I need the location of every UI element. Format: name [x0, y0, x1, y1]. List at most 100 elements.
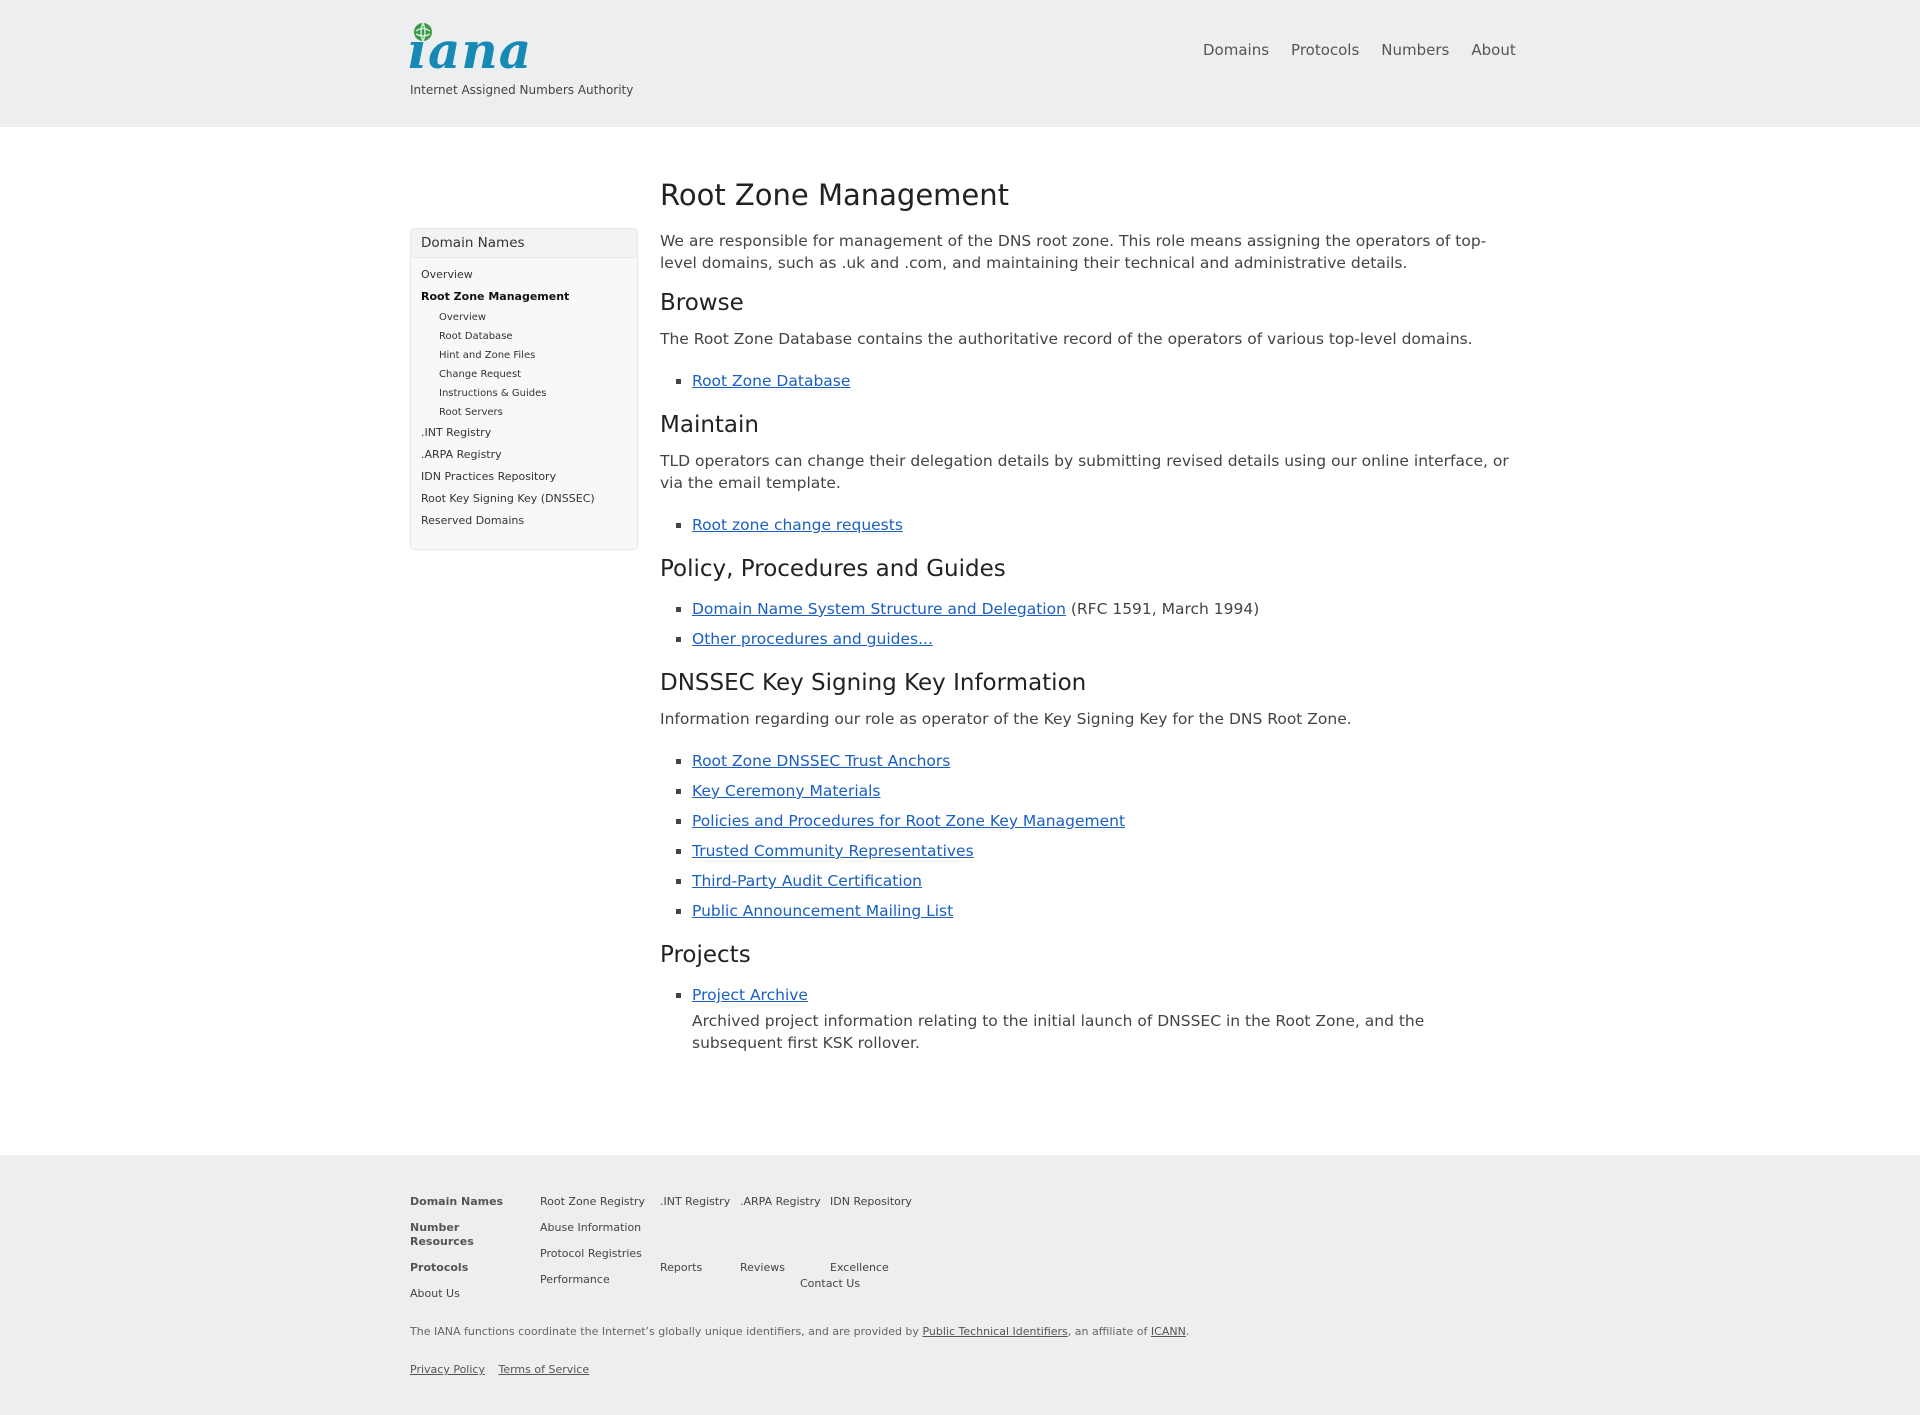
- logo[interactable]: iana Internet Assigned Numbers Authority: [408, 22, 635, 98]
- list-item: Root zone change requests: [692, 510, 1510, 540]
- list-item: Domain Name System Structure and Delegat…: [692, 594, 1510, 624]
- footer-note-suffix: .: [1185, 1325, 1190, 1338]
- footer-col-4: .ARPA Registry Reviews: [740, 1195, 830, 1287]
- root-zone-change-requests-link[interactable]: Root zone change requests: [692, 516, 903, 534]
- footer-group: Protocol Registries: [540, 1247, 650, 1261]
- list-item: Project Archive Archived project informa…: [692, 980, 1510, 1054]
- sidebar-item-root-ksk[interactable]: Root Key Signing Key (DNSSEC): [421, 492, 595, 505]
- footer-group: Domain Names: [410, 1195, 520, 1209]
- mailing-list-link[interactable]: Public Announcement Mailing List: [692, 902, 953, 920]
- footer-group: Performance: [540, 1273, 650, 1287]
- footer-group: .ARPA Registry: [740, 1195, 830, 1209]
- other-procedures-link[interactable]: Other procedures and guides...: [692, 630, 933, 648]
- sidebar-subitem-overview[interactable]: Overview: [439, 312, 486, 323]
- page-title: Root Zone Management: [660, 178, 1010, 212]
- sidebar-subitem: Instructions & Guides: [439, 384, 627, 403]
- sidebar-subitem-guides[interactable]: Instructions & Guides: [439, 388, 546, 399]
- sidebar-item-root-zone-management[interactable]: Root Zone Management: [421, 290, 569, 303]
- footer-arpa-registry[interactable]: .ARPA Registry: [740, 1195, 830, 1209]
- sidebar-list: Overview Root Zone Management Overview R…: [411, 258, 637, 538]
- list-item: Public Announcement Mailing List: [692, 896, 1510, 926]
- pti-link[interactable]: Public Technical Identifiers: [922, 1325, 1067, 1338]
- sidebar-title: Domain Names: [411, 229, 637, 258]
- project-archive-link[interactable]: Project Archive: [692, 986, 808, 1004]
- dns-structure-link[interactable]: Domain Name System Structure and Delegat…: [692, 600, 1066, 618]
- sidebar-subitem: Hint and Zone Files: [439, 346, 627, 365]
- footer-group: Abuse Information: [540, 1221, 650, 1235]
- footer-group: About Us: [410, 1287, 520, 1301]
- icann-link[interactable]: ICANN: [1151, 1325, 1186, 1338]
- nav-about[interactable]: About: [1464, 38, 1522, 62]
- tcr-link[interactable]: Trusted Community Representatives: [692, 842, 974, 860]
- terms-of-service-link[interactable]: Terms of Service: [498, 1363, 589, 1376]
- maintain-heading: Maintain: [660, 412, 759, 438]
- footer-reports[interactable]: Reports: [660, 1261, 740, 1275]
- nav-protocols[interactable]: Protocols: [1284, 38, 1366, 62]
- footer-group: Protocols: [410, 1261, 520, 1275]
- sidebar-item: Overview: [421, 264, 627, 286]
- list-item: Other procedures and guides...: [692, 624, 1510, 654]
- footer-note: The IANA functions coordinate the Intern…: [410, 1325, 1189, 1338]
- trust-anchors-link[interactable]: Root Zone DNSSEC Trust Anchors: [692, 752, 950, 770]
- browse-text: The Root Zone Database contains the auth…: [660, 330, 1473, 348]
- nav-numbers[interactable]: Numbers: [1374, 38, 1456, 62]
- footer-abuse-information[interactable]: Abuse Information: [540, 1221, 650, 1235]
- rfc-note: (RFC 1591, March 1994): [1065, 600, 1260, 618]
- footer-col-1: Domain Names Number Resources Protocols …: [410, 1195, 520, 1313]
- sidebar-item-arpa-registry[interactable]: .ARPA Registry: [421, 448, 502, 461]
- footer-root-zone-registry[interactable]: Root Zone Registry: [540, 1195, 650, 1209]
- sidebar-subitem-zone-files[interactable]: Hint and Zone Files: [439, 350, 535, 361]
- intro-text: We are responsible for management of the…: [660, 232, 1487, 272]
- footer-performance[interactable]: Performance: [540, 1273, 650, 1287]
- privacy-policy-link[interactable]: Privacy Policy: [410, 1363, 485, 1376]
- footer-excellence[interactable]: Excellence: [830, 1261, 920, 1275]
- main-content: Root Zone Management We are responsible …: [660, 178, 1510, 1070]
- list-item: Root Zone Database: [692, 366, 1510, 396]
- footer-reviews[interactable]: Reviews: [740, 1261, 830, 1275]
- footer-protocol-registries[interactable]: Protocol Registries: [540, 1247, 650, 1261]
- footer-col-5: IDN Repository Excellence: [830, 1195, 920, 1287]
- sidebar-item: .ARPA Registry: [421, 444, 627, 466]
- footer-note-prefix: The IANA functions coordinate the Intern…: [410, 1325, 923, 1338]
- footer-col-2: Root Zone Registry Abuse Information Pro…: [540, 1195, 650, 1299]
- logo-tagline: Internet Assigned Numbers Authority: [410, 83, 634, 97]
- logo-mark: iana: [408, 22, 635, 76]
- footer-int-registry[interactable]: .INT Registry: [660, 1195, 740, 1209]
- list-item: Key Ceremony Materials: [692, 776, 1510, 806]
- sidebar: Domain Names Overview Root Zone Manageme…: [410, 228, 638, 550]
- sidebar-item-overview[interactable]: Overview: [421, 268, 473, 281]
- footer-protocols[interactable]: Protocols: [410, 1261, 468, 1274]
- policy-heading: Policy, Procedures and Guides: [660, 556, 1006, 582]
- footer-group: Contact Us: [800, 1277, 870, 1291]
- footer-group: IDN Repository: [830, 1195, 920, 1209]
- sidebar-item-idn-repository[interactable]: IDN Practices Repository: [421, 470, 556, 483]
- key-management-policies-link[interactable]: Policies and Procedures for Root Zone Ke…: [692, 812, 1125, 830]
- sidebar-item-reserved-domains[interactable]: Reserved Domains: [421, 514, 524, 527]
- sidebar-subitem: Overview: [439, 308, 627, 327]
- nav-domains[interactable]: Domains: [1196, 38, 1276, 62]
- audit-certification-link[interactable]: Third-Party Audit Certification: [692, 872, 922, 890]
- footer-idn-repository[interactable]: IDN Repository: [830, 1195, 920, 1209]
- projects-list: Project Archive Archived project informa…: [660, 980, 1510, 1054]
- sidebar-item: Root Zone Management Overview Root Datab…: [421, 286, 627, 422]
- footer-group: Reports: [660, 1261, 740, 1275]
- sidebar-subitem-root-servers[interactable]: Root Servers: [439, 407, 503, 418]
- footer-domain-names[interactable]: Domain Names: [410, 1195, 503, 1208]
- dnssec-heading: DNSSEC Key Signing Key Information: [660, 670, 1087, 696]
- footer-contact-us[interactable]: Contact Us: [800, 1277, 870, 1291]
- root-zone-database-link[interactable]: Root Zone Database: [692, 372, 850, 390]
- key-ceremony-link[interactable]: Key Ceremony Materials: [692, 782, 881, 800]
- browse-heading: Browse: [660, 290, 744, 316]
- sidebar-subitem-root-database[interactable]: Root Database: [439, 331, 513, 342]
- site-header: iana Internet Assigned Numbers Authority…: [0, 0, 1920, 127]
- footer-about-us[interactable]: About Us: [410, 1287, 520, 1301]
- footer-col-3: .INT Registry Reports: [660, 1195, 740, 1287]
- sidebar-item-int-registry[interactable]: .INT Registry: [421, 426, 491, 439]
- sidebar-subitem: Root Database: [439, 327, 627, 346]
- sidebar-item: .INT Registry: [421, 422, 627, 444]
- maintain-text: TLD operators can change their delegatio…: [660, 452, 1509, 492]
- footer-number-resources[interactable]: Number Resources: [410, 1221, 474, 1248]
- dnssec-text: Information regarding our role as operat…: [660, 710, 1352, 728]
- sidebar-subitem-change-request[interactable]: Change Request: [439, 369, 521, 380]
- projects-heading: Projects: [660, 942, 751, 968]
